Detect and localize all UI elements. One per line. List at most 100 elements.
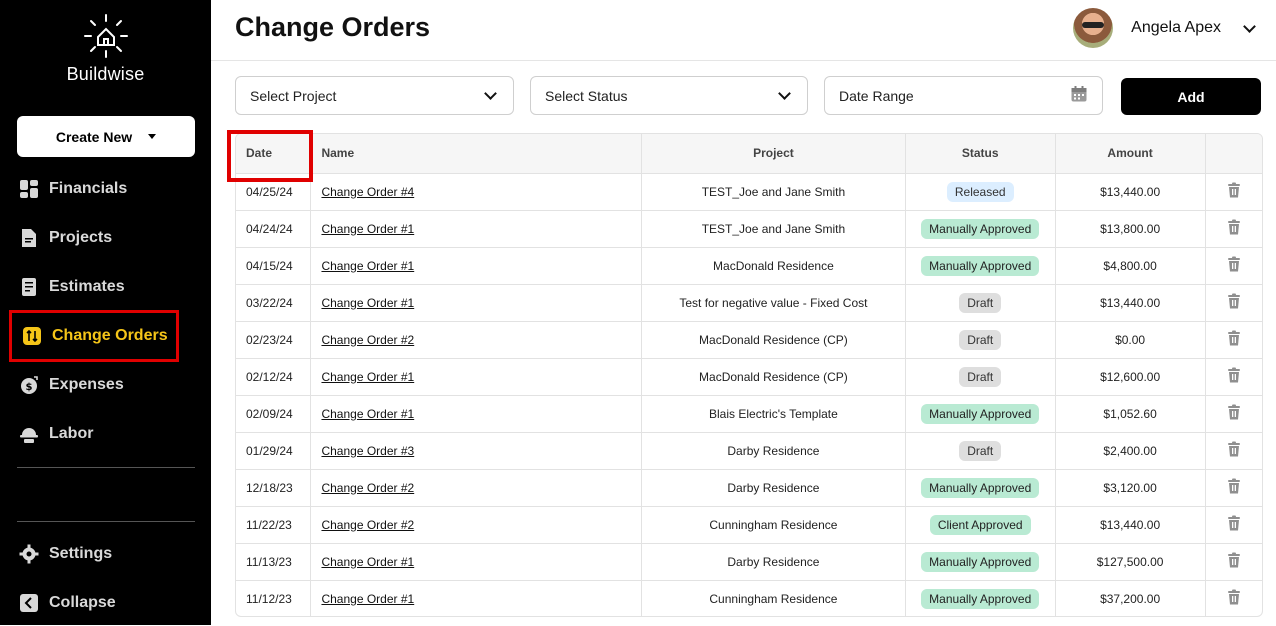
trash-icon[interactable] [1227, 441, 1241, 460]
change-order-link[interactable]: Change Order #1 [321, 370, 414, 384]
change-order-link[interactable]: Change Order #1 [321, 259, 414, 273]
table-row[interactable]: 04/25/24 Change Order #4 TEST_Joe and Jane… [236, 173, 1262, 211]
chevron-down-icon [1243, 19, 1256, 33]
cell-project: Cunningham Residence [641, 580, 906, 616]
table-row[interactable]: 02/12/24 Change Order #1 MacDonald Residen… [236, 358, 1262, 396]
cell-date: 02/23/24 [236, 321, 312, 359]
change-order-link[interactable]: Change Order #1 [321, 296, 414, 310]
sidebar-item-label: Collapse [49, 594, 116, 611]
trash-icon[interactable] [1227, 330, 1241, 349]
table-row[interactable]: 11/12/23 Change Order #1 Cunningham Reside… [236, 580, 1262, 616]
cell-amount: $2,400.00 [1055, 432, 1206, 470]
cell-name: Change Order #2 [310, 321, 643, 359]
date-range-input[interactable]: Date Range [824, 76, 1103, 115]
trash-icon[interactable] [1227, 293, 1241, 312]
change-order-link[interactable]: Change Order #2 [321, 481, 414, 495]
cell-name: Change Order #1 [310, 210, 643, 248]
change-order-link[interactable]: Change Order #4 [321, 185, 414, 199]
table-row[interactable]: 02/23/24 Change Order #2 MacDonald Residen… [236, 321, 1262, 359]
change-order-link[interactable]: Change Order #3 [321, 444, 414, 458]
sidebar-item-estimates[interactable]: Estimates [9, 264, 179, 310]
sidebar-item-label: Financials [49, 180, 128, 197]
cell-name: Change Order #1 [310, 580, 643, 616]
cell-date: 11/22/23 [236, 506, 312, 544]
date-range-label: Date Range [839, 87, 914, 104]
status-badge: Manually Approved [921, 477, 1040, 498]
cell-date: 04/24/24 [236, 210, 312, 248]
trash-icon[interactable] [1227, 404, 1241, 423]
status-badge: Draft [959, 440, 1002, 461]
change-order-link[interactable]: Change Order #2 [321, 518, 414, 532]
trash-icon[interactable] [1227, 589, 1241, 608]
status-badge: Manually Approved [921, 255, 1040, 276]
cell-date: 12/18/23 [236, 469, 312, 507]
brand-logo[interactable]: Buildwise [0, 12, 211, 85]
trash-icon[interactable] [1227, 552, 1241, 571]
column-header-date[interactable]: Date [236, 134, 312, 174]
change-order-link[interactable]: Change Order #1 [321, 407, 414, 421]
trash-icon[interactable] [1227, 219, 1241, 238]
change-orders-table: Date Name Project Status Amount 04/25/24… [235, 133, 1263, 617]
sidebar-item-collapse[interactable]: Collapse [9, 580, 179, 626]
column-header-amount[interactable]: Amount [1055, 134, 1206, 174]
project-select[interactable]: Select Project [235, 76, 514, 115]
cell-status: Manually Approved [905, 247, 1056, 285]
cell-status: Manually Approved [905, 210, 1056, 248]
change-order-link[interactable]: Change Order #2 [321, 333, 414, 347]
create-new-label: Create New [55, 128, 133, 145]
cell-amount: $127,500.00 [1055, 543, 1206, 581]
user-menu[interactable]: Angela Apex [1073, 8, 1256, 48]
column-header-project[interactable]: Project [641, 134, 906, 174]
table-row[interactable]: 04/15/24 Change Order #1 MacDonald Residen… [236, 247, 1262, 285]
cell-project: Darby Residence [641, 543, 906, 581]
trash-icon[interactable] [1227, 478, 1241, 497]
sidebar-item-financials[interactable]: Financials [9, 166, 179, 212]
page-header: Change Orders Angela Apex [211, 0, 1276, 61]
table-row[interactable]: 11/13/23 Change Order #1 Darby Residence Ma… [236, 543, 1262, 581]
sidebar-item-settings[interactable]: Settings [9, 531, 179, 577]
sidebar-item-change-orders[interactable]: Change Orders [9, 310, 179, 362]
cell-actions [1205, 395, 1262, 433]
trash-icon[interactable] [1227, 515, 1241, 534]
table-row[interactable]: 04/24/24 Change Order #1 TEST_Joe and Jane… [236, 210, 1262, 248]
table-row[interactable]: 02/09/24 Change Order #1 Blais Electric's … [236, 395, 1262, 433]
sidebar-item-labor[interactable]: Labor [9, 411, 179, 457]
house-sun-icon [83, 14, 128, 58]
status-badge: Draft [959, 329, 1002, 350]
change-order-link[interactable]: Change Order #1 [321, 592, 414, 606]
table-row[interactable]: 12/18/23 Change Order #2 Darby Residence Ma… [236, 469, 1262, 507]
column-header-name[interactable]: Name [310, 134, 643, 174]
status-select[interactable]: Select Status [530, 76, 808, 115]
trash-icon[interactable] [1227, 256, 1241, 275]
trash-icon[interactable] [1227, 367, 1241, 386]
cell-amount: $12,600.00 [1055, 358, 1206, 396]
cell-name: Change Order #2 [310, 469, 643, 507]
sidebar-item-label: Labor [49, 425, 94, 442]
estimate-icon [19, 277, 39, 297]
create-new-button[interactable]: Create New [17, 116, 195, 157]
change-order-link[interactable]: Change Order #1 [321, 555, 414, 569]
sidebar-item-expenses[interactable]: $ Expenses [9, 362, 179, 408]
cell-project: Blais Electric's Template [641, 395, 906, 433]
table-row[interactable]: 11/22/23 Change Order #2 Cunningham Reside… [236, 506, 1262, 544]
cell-status: Released [905, 173, 1056, 211]
cell-actions [1205, 358, 1262, 396]
table-row[interactable]: 03/22/24 Change Order #1 Test for negative… [236, 284, 1262, 322]
status-badge: Manually Approved [921, 403, 1040, 424]
add-button[interactable]: Add [1121, 78, 1261, 115]
avatar [1073, 8, 1114, 48]
cell-name: Change Order #2 [310, 506, 643, 544]
cell-name: Change Order #3 [310, 432, 643, 470]
column-header-status[interactable]: Status [905, 134, 1056, 174]
table-row[interactable]: 01/29/24 Change Order #3 Darby Residence Dr… [236, 432, 1262, 470]
cell-amount: $3,120.00 [1055, 469, 1206, 507]
cell-project: TEST_Joe and Jane Smith [641, 210, 906, 248]
trash-icon[interactable] [1227, 182, 1241, 201]
cell-status: Draft [905, 358, 1056, 396]
change-order-link[interactable]: Change Order #1 [321, 222, 414, 236]
caret-down-icon [148, 134, 157, 139]
cell-date: 11/12/23 [236, 580, 312, 616]
sidebar-divider [17, 467, 195, 468]
sidebar-item-projects[interactable]: Projects [9, 215, 179, 261]
table-header-row: Date Name Project Status Amount [236, 134, 1262, 174]
